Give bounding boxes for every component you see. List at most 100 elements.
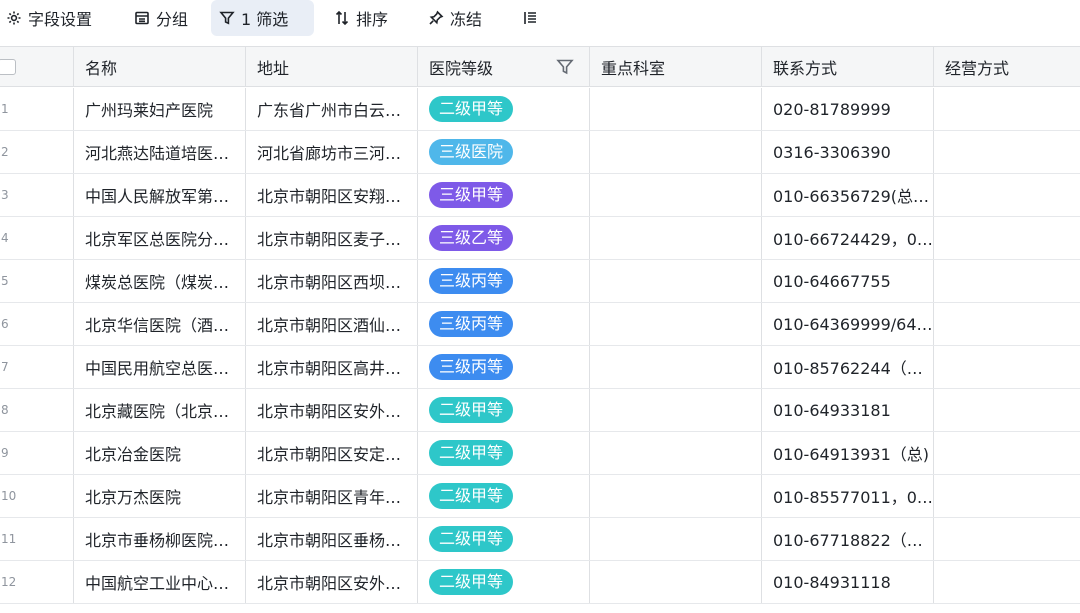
cell-level[interactable]: 二级甲等: [418, 518, 590, 560]
cell-name[interactable]: 广州玛莱妇产医院: [74, 88, 246, 130]
row-height-button[interactable]: [514, 0, 546, 36]
sort-icon: [335, 10, 349, 26]
column-filter-icon[interactable]: [555, 57, 575, 77]
cell-mode[interactable]: [934, 260, 1080, 302]
cell-mode[interactable]: [934, 303, 1080, 345]
cell-level[interactable]: 三级甲等: [418, 174, 590, 216]
cell-name[interactable]: 北京冶金医院: [74, 432, 246, 474]
cell-address[interactable]: 北京市朝阳区安外…: [246, 561, 418, 603]
cell-level[interactable]: 二级甲等: [418, 389, 590, 431]
cell-name[interactable]: 中国航空工业中心…: [74, 561, 246, 603]
row-number: 9: [0, 432, 74, 474]
cell-contact[interactable]: 020-81789999: [762, 88, 934, 130]
column-header-name[interactable]: 名称: [74, 47, 246, 86]
cell-dept[interactable]: [590, 518, 762, 560]
cell-level[interactable]: 三级医院: [418, 131, 590, 173]
cell-contact[interactable]: 010-85577011，0…: [762, 475, 934, 517]
cell-address[interactable]: 河北省廊坊市三河…: [246, 131, 418, 173]
column-header-contact[interactable]: 联系方式: [762, 47, 934, 86]
cell-mode[interactable]: [934, 432, 1080, 474]
table-row[interactable]: 11 北京市垂杨柳医院… 北京市朝阳区垂杨… 二级甲等 010-67718822（…: [0, 518, 1080, 561]
cell-mode[interactable]: [934, 217, 1080, 259]
table-row[interactable]: 5 煤炭总医院（煤炭… 北京市朝阳区西坝… 三级丙等 010-64667755: [0, 260, 1080, 303]
group-button[interactable]: 分组: [126, 0, 196, 36]
cell-dept[interactable]: [590, 260, 762, 302]
cell-contact[interactable]: 010-64913931（总): [762, 432, 934, 474]
column-header-address[interactable]: 地址: [246, 47, 418, 86]
cell-mode[interactable]: [934, 518, 1080, 560]
cell-level[interactable]: 二级甲等: [418, 561, 590, 603]
table-row[interactable]: 1 广州玛莱妇产医院 广东省广州市白云… 二级甲等 020-81789999: [0, 88, 1080, 131]
field-settings-button[interactable]: 字段设置: [0, 0, 100, 36]
cell-address[interactable]: 北京市朝阳区酒仙…: [246, 303, 418, 345]
cell-name[interactable]: 中国人民解放军第…: [74, 174, 246, 216]
cell-contact[interactable]: 010-84931118: [762, 561, 934, 603]
cell-mode[interactable]: [934, 88, 1080, 130]
cell-dept[interactable]: [590, 432, 762, 474]
table-row[interactable]: 8 北京藏医院（北京… 北京市朝阳区安外… 二级甲等 010-64933181: [0, 389, 1080, 432]
cell-level[interactable]: 二级甲等: [418, 475, 590, 517]
cell-name[interactable]: 北京华信医院（酒…: [74, 303, 246, 345]
cell-mode[interactable]: [934, 174, 1080, 216]
table-row[interactable]: 10 北京万杰医院 北京市朝阳区青年… 二级甲等 010-85577011，0…: [0, 475, 1080, 518]
cell-name[interactable]: 北京市垂杨柳医院…: [74, 518, 246, 560]
cell-dept[interactable]: [590, 303, 762, 345]
cell-mode[interactable]: [934, 389, 1080, 431]
cell-level[interactable]: 三级丙等: [418, 346, 590, 388]
cell-address[interactable]: 北京市朝阳区西坝…: [246, 260, 418, 302]
cell-address[interactable]: 北京市朝阳区安外…: [246, 389, 418, 431]
cell-dept[interactable]: [590, 88, 762, 130]
freeze-button[interactable]: 冻结: [420, 0, 490, 36]
cell-level[interactable]: 二级甲等: [418, 432, 590, 474]
cell-dept[interactable]: [590, 561, 762, 603]
cell-dept[interactable]: [590, 131, 762, 173]
cell-contact[interactable]: 010-64667755: [762, 260, 934, 302]
table-row[interactable]: 6 北京华信医院（酒… 北京市朝阳区酒仙… 三级丙等 010-64369999/64…: [0, 303, 1080, 346]
cell-mode[interactable]: [934, 561, 1080, 603]
sort-button[interactable]: 排序: [326, 0, 396, 36]
cell-address[interactable]: 北京市朝阳区安定…: [246, 432, 418, 474]
cell-level[interactable]: 三级丙等: [418, 303, 590, 345]
table-row[interactable]: 12 中国航空工业中心… 北京市朝阳区安外… 二级甲等 010-84931118: [0, 561, 1080, 604]
cell-mode[interactable]: [934, 475, 1080, 517]
cell-contact[interactable]: 010-64933181: [762, 389, 934, 431]
cell-dept[interactable]: [590, 217, 762, 259]
cell-name[interactable]: 北京藏医院（北京…: [74, 389, 246, 431]
column-header-dept[interactable]: 重点科室: [590, 47, 762, 86]
table-row[interactable]: 7 中国民用航空总医… 北京市朝阳区高井… 三级丙等 010-85762244（…: [0, 346, 1080, 389]
cell-contact[interactable]: 010-66356729(总…: [762, 174, 934, 216]
cell-mode[interactable]: [934, 346, 1080, 388]
cell-name[interactable]: 河北燕达陆道培医…: [74, 131, 246, 173]
cell-level[interactable]: 三级乙等: [418, 217, 590, 259]
cell-dept[interactable]: [590, 174, 762, 216]
table-row[interactable]: 3 中国人民解放军第… 北京市朝阳区安翔… 三级甲等 010-66356729(总…: [0, 174, 1080, 217]
cell-name[interactable]: 煤炭总医院（煤炭…: [74, 260, 246, 302]
cell-address[interactable]: 北京市朝阳区高井…: [246, 346, 418, 388]
cell-address[interactable]: 北京市朝阳区垂杨…: [246, 518, 418, 560]
cell-contact[interactable]: 010-64369999/64…: [762, 303, 934, 345]
column-header-level[interactable]: 医院等级: [418, 47, 590, 86]
cell-dept[interactable]: [590, 346, 762, 388]
cell-contact[interactable]: 0316-3306390: [762, 131, 934, 173]
table-row[interactable]: 9 北京冶金医院 北京市朝阳区安定… 二级甲等 010-64913931（总): [0, 432, 1080, 475]
cell-dept[interactable]: [590, 389, 762, 431]
cell-contact[interactable]: 010-67718822（…: [762, 518, 934, 560]
filter-button[interactable]: 1 筛选: [211, 0, 314, 36]
cell-address[interactable]: 北京市朝阳区麦子…: [246, 217, 418, 259]
column-header-mode[interactable]: 经营方式: [934, 47, 1080, 86]
cell-name[interactable]: 中国民用航空总医…: [74, 346, 246, 388]
cell-name[interactable]: 北京军区总医院分…: [74, 217, 246, 259]
cell-dept[interactable]: [590, 475, 762, 517]
cell-address[interactable]: 广东省广州市白云…: [246, 88, 418, 130]
table-row[interactable]: 4 北京军区总医院分… 北京市朝阳区麦子… 三级乙等 010-66724429，0…: [0, 217, 1080, 260]
cell-mode[interactable]: [934, 131, 1080, 173]
cell-address[interactable]: 北京市朝阳区安翔…: [246, 174, 418, 216]
cell-contact[interactable]: 010-66724429，0…: [762, 217, 934, 259]
select-all-checkbox[interactable]: [0, 59, 16, 75]
cell-level[interactable]: 三级丙等: [418, 260, 590, 302]
cell-name[interactable]: 北京万杰医院: [74, 475, 246, 517]
cell-level[interactable]: 二级甲等: [418, 88, 590, 130]
cell-contact[interactable]: 010-85762244（…: [762, 346, 934, 388]
cell-address[interactable]: 北京市朝阳区青年…: [246, 475, 418, 517]
table-row[interactable]: 2 河北燕达陆道培医… 河北省廊坊市三河… 三级医院 0316-3306390: [0, 131, 1080, 174]
